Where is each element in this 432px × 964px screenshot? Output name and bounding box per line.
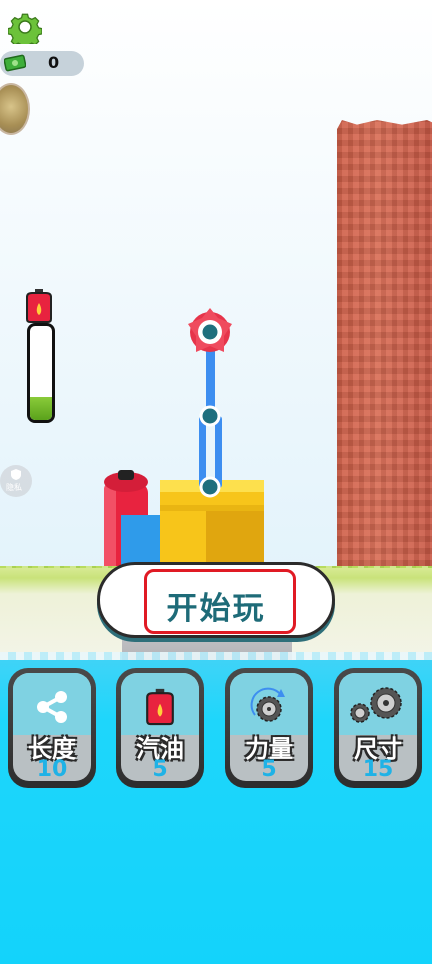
money-counter: 0	[0, 51, 84, 76]
money-value: 0	[48, 53, 60, 72]
settings-gear-icon[interactable]	[8, 10, 42, 44]
shield-icon	[11, 469, 21, 480]
share-node-icon	[37, 691, 67, 723]
upgrade-length-value: 10	[36, 757, 68, 781]
gas-can-icon	[26, 289, 52, 323]
start-play-button[interactable]: 开始玩	[97, 562, 335, 638]
upgrade-power-value: 5	[261, 757, 277, 781]
upgrade-size-value: 15	[362, 757, 394, 781]
gas-can-icon	[146, 688, 174, 726]
saw-size-icon	[350, 687, 402, 723]
privacy-button[interactable]: 隐私	[0, 465, 32, 497]
upgrade-fuel-value: 5	[152, 757, 168, 781]
saw-machine	[104, 308, 264, 575]
start-play-label: 开始玩	[166, 591, 266, 627]
upgrade-fuel-button[interactable]: 汽油 5	[116, 668, 204, 788]
cash-icon	[4, 54, 26, 72]
upgrade-power-button[interactable]: 力量 5	[225, 668, 313, 788]
saw-power-icon	[250, 687, 285, 722]
upgrade-length-button[interactable]: 长度 10	[8, 668, 96, 788]
fuel-gauge-fill	[30, 396, 52, 420]
privacy-label: 隐私	[6, 483, 22, 492]
fuel-gauge	[27, 323, 55, 423]
upgrade-size-button[interactable]: 尺寸 15	[334, 668, 422, 788]
